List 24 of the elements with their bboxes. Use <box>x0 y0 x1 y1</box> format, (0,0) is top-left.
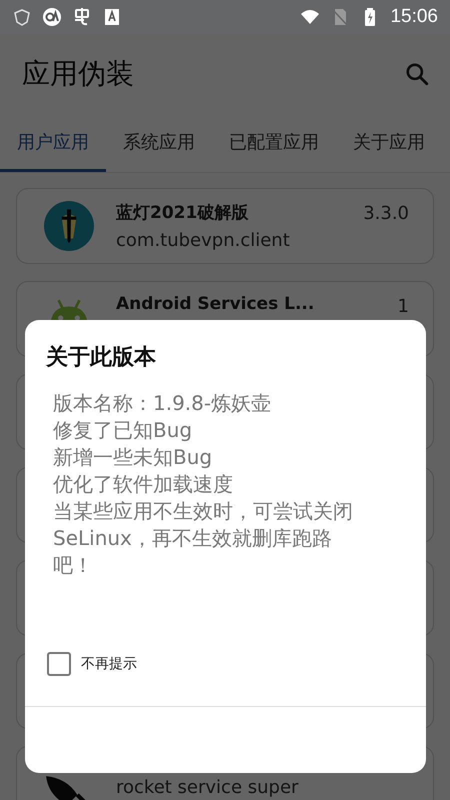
lantern-icon <box>44 201 94 251</box>
app-notification-icon <box>102 7 122 27</box>
tab[interactable]: 关于应用 <box>336 114 442 172</box>
dialog-text: 当某些应用不生效时，可尝试关闭SeLinux，再不生效就删库跑路吧！ <box>53 498 354 579</box>
app-title: 应用伪装 <box>22 56 134 92</box>
app-name: Android Services L... <box>116 294 316 314</box>
app-card[interactable]: 蓝灯2021破解版 com.tubevpn.client 3.3.0 <box>16 188 434 264</box>
tab[interactable]: 系统应用 <box>106 114 212 172</box>
search-icon[interactable] <box>404 61 430 87</box>
version-label: 3.3.0 <box>363 203 409 224</box>
app-notification-icon <box>12 7 32 27</box>
dont-remind-checkbox[interactable]: 不再提示 <box>47 652 137 676</box>
package-name: rocket service super <box>116 778 300 798</box>
dialog-text: 新增一些未知Bug <box>53 444 214 471</box>
tab[interactable]: 已配置应用 <box>212 114 336 172</box>
dialog-text: 优化了软件加载速度 <box>53 471 234 498</box>
dialog-text: 版本名称：1.9.8-炼妖壶 <box>53 390 272 417</box>
package-name: com.tubevpn.client <box>116 230 291 251</box>
dialog-text: 修复了已知Bug <box>53 417 194 444</box>
app-notification-icon <box>42 7 62 27</box>
clock-time: 15:06 <box>390 6 438 28</box>
app-name: 蓝灯2021破解版 <box>116 202 250 224</box>
app-notification-icon <box>72 7 92 27</box>
version-label: 1 <box>398 296 409 317</box>
